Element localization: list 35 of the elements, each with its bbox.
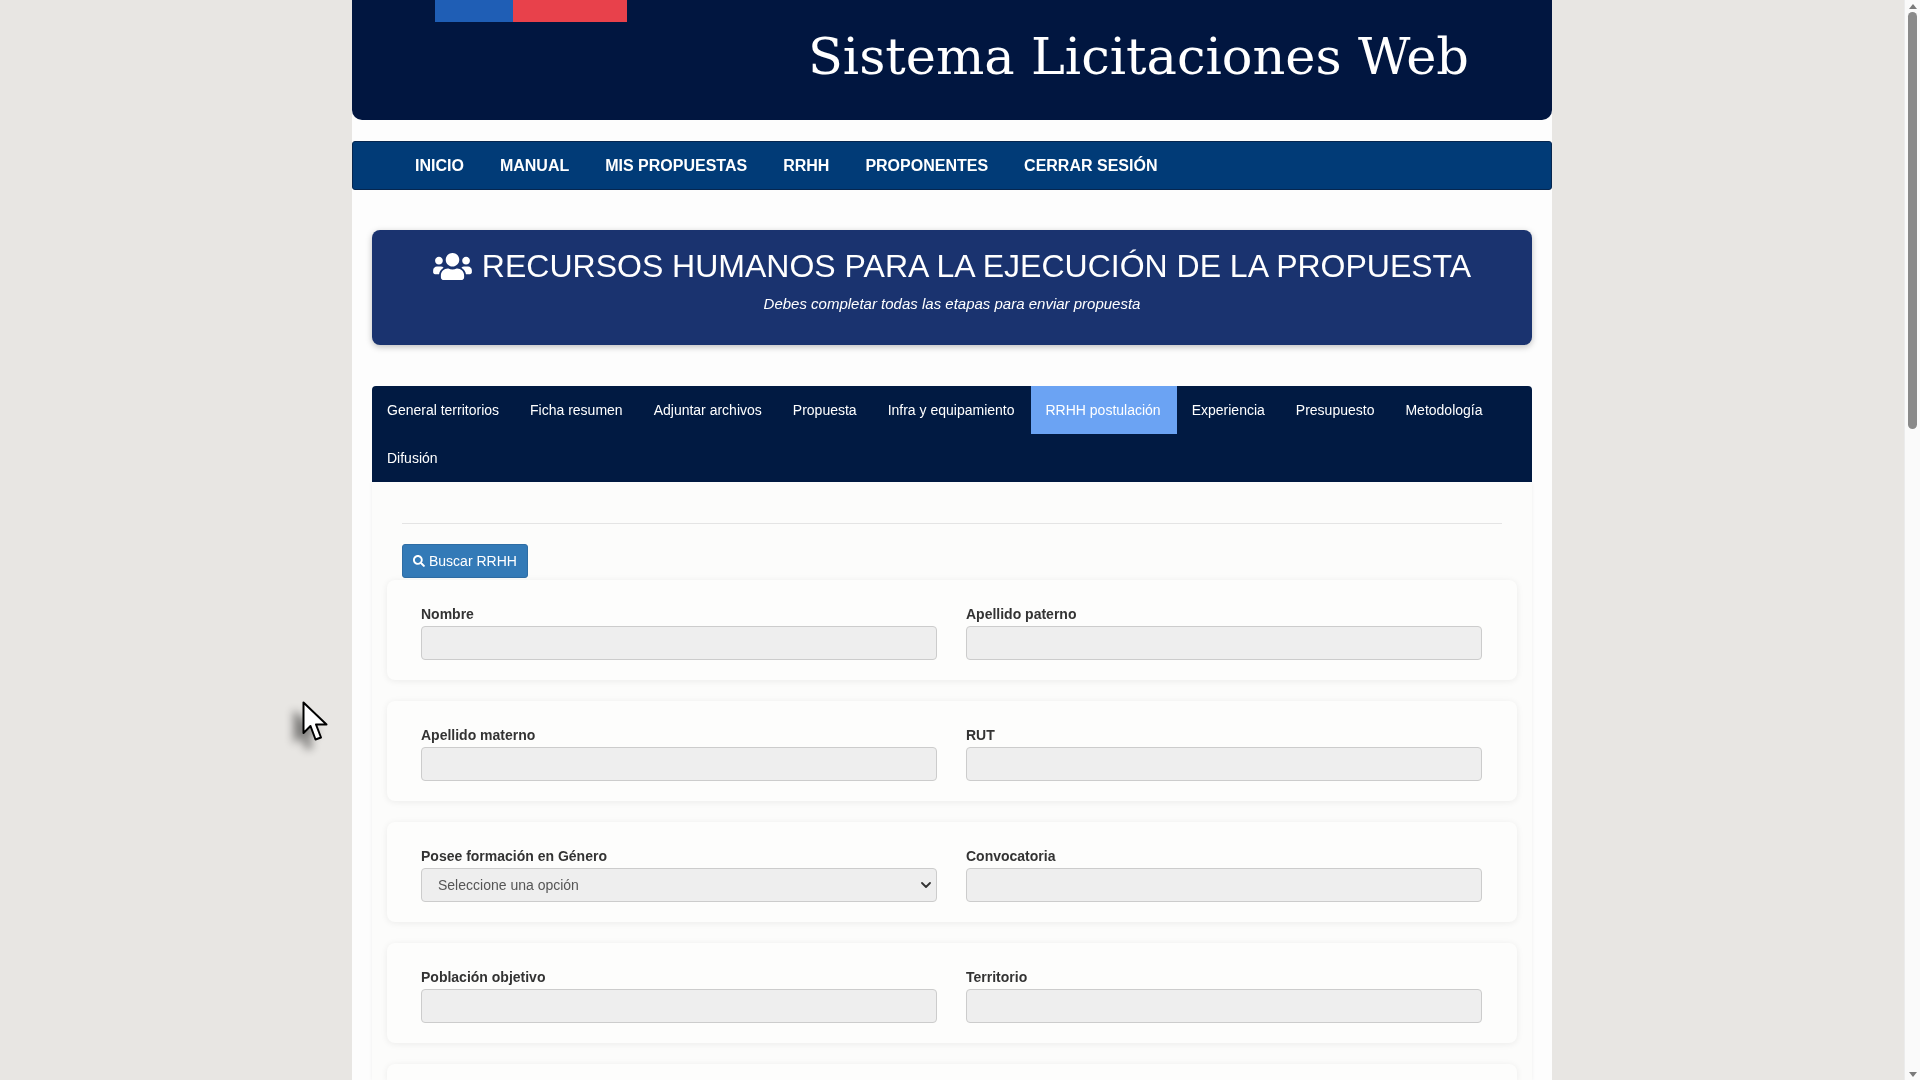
tab[interactable]: Ficha resumen (515, 386, 639, 434)
field-label: Población objetivo (421, 969, 546, 985)
nav-link[interactable]: RRHH (765, 142, 848, 189)
scroll-thumb[interactable] (1908, 12, 1917, 429)
site-title: Sistema Licitaciones Web (807, 27, 1469, 87)
field-label: Territorio (966, 969, 1028, 985)
nav-link[interactable]: MIS PROPUESTAS (587, 142, 766, 189)
tab[interactable]: Metodología (1390, 386, 1499, 434)
field-label: RUT (966, 727, 995, 743)
nav-link[interactable]: INICIO (397, 142, 482, 189)
nav-link[interactable]: PROPONENTES (847, 142, 1007, 189)
search-button[interactable]: Buscar RRHH (402, 544, 528, 578)
users-icon (432, 250, 472, 282)
field-label: Apellido paterno (966, 606, 1077, 622)
page-subtitle: Debes completar todas las etapas para enviar propuesta (763, 295, 1141, 313)
tab[interactable]: Difusión (372, 434, 454, 482)
nav-link[interactable]: CERRAR SESIÓN (1006, 142, 1176, 189)
tab[interactable]: Propuesta (777, 386, 873, 434)
nav-link[interactable]: MANUAL (481, 142, 588, 189)
tab[interactable]: General territorios (372, 386, 516, 434)
mouse-pointer-icon (302, 701, 329, 742)
tab[interactable]: Presupuesto (1280, 386, 1391, 434)
flag-stripe-icon (435, 0, 627, 22)
search-icon (413, 555, 425, 567)
field-label: Convocatoria (966, 848, 1056, 864)
page-title: RECURSOS HUMANOS PARA LA EJECUCIÓN DE LA PROPUESTA (481, 247, 1472, 286)
tab[interactable]: Infra y equipamiento (872, 386, 1031, 434)
scroll-down-arrow-icon[interactable] (1908, 1072, 1917, 1077)
field-label: Apellido materno (421, 727, 536, 743)
tab[interactable]: Experiencia (1176, 386, 1281, 434)
field-label: Posee formación en Género (421, 848, 607, 864)
field-label: Nombre (421, 606, 474, 622)
chevron-down-icon (921, 882, 931, 888)
scroll-up-arrow-icon[interactable] (1908, 4, 1917, 9)
tab[interactable]: Adjuntar archivos (638, 386, 778, 434)
